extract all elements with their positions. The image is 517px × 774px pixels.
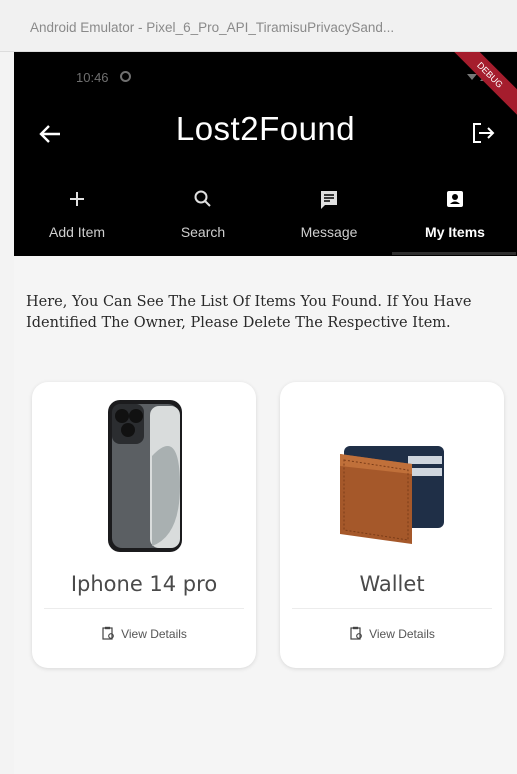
card-divider	[44, 608, 244, 609]
window-title: Android Emulator - Pixel_6_Pro_API_Tiram…	[0, 0, 517, 52]
tab-search[interactable]: Search	[140, 176, 266, 256]
intro-text: Here, You Can See The List Of Items You …	[26, 294, 472, 331]
view-details-label: View Details	[369, 627, 435, 641]
tab-message[interactable]: Message	[266, 176, 392, 256]
active-tab-indicator	[392, 252, 516, 255]
iphone-image	[108, 400, 182, 552]
view-details-button[interactable]: View Details	[280, 626, 504, 641]
clipboard-icon	[102, 626, 114, 640]
tab-label: Search	[180, 224, 226, 240]
item-card[interactable]: Iphone 14 pro View Details	[32, 382, 256, 668]
app-title: Lost2Found	[175, 110, 356, 147]
item-card[interactable]: Wallet View Details	[280, 382, 504, 668]
app-header: 10:46 DEBUG Lost2Found Add Item Search M…	[14, 52, 517, 256]
status-time: 10:46	[76, 70, 109, 85]
tab-my-items[interactable]: My Items	[392, 176, 517, 256]
tab-add-item[interactable]: Add Item	[14, 176, 140, 256]
view-details-button[interactable]: View Details	[32, 626, 256, 641]
person-card-icon	[447, 191, 463, 207]
emulator-screen: 10:46 DEBUG Lost2Found Add Item Search M…	[14, 52, 517, 774]
item-name: Wallet	[359, 572, 425, 596]
card-divider	[292, 608, 492, 609]
tab-label: Add Item	[48, 224, 106, 240]
plus-icon	[70, 192, 84, 206]
tab-label: Message	[300, 224, 358, 240]
search-icon	[194, 190, 211, 207]
logout-icon[interactable]	[469, 120, 497, 146]
item-name: Iphone 14 pro	[70, 572, 218, 596]
view-details-label: View Details	[121, 627, 187, 641]
tab-label: My Items	[425, 224, 485, 240]
clipboard-icon	[350, 626, 362, 640]
message-icon	[321, 191, 337, 209]
wallet-image	[340, 446, 444, 544]
status-notification-icon	[120, 71, 131, 82]
